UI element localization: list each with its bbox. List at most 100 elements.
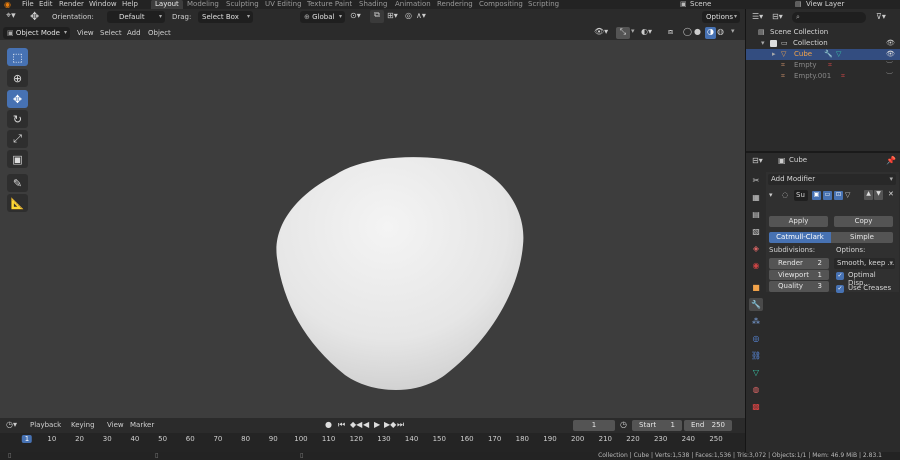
tab-compositing[interactable]: Compositing [479,0,523,9]
frame-tick[interactable]: 230 [654,435,667,443]
render-levels-field[interactable]: Render 2 [769,258,829,269]
scale-tool-icon[interactable]: ⤢ [7,130,28,148]
material-tab-icon[interactable]: ◍ [749,383,763,396]
falloff-icon[interactable]: ∧▾ [416,11,426,20]
frame-tick[interactable]: 70 [213,435,222,443]
frame-tick[interactable]: 180 [516,435,529,443]
frame-tick[interactable]: 40 [130,435,139,443]
drag-dropdown[interactable]: Select Box ▾ [198,11,253,23]
blender-logo-icon[interactable]: ◉ [4,0,11,9]
gizmo-dropdown-icon[interactable]: ▾ [631,27,635,35]
snap-icon[interactable]: ⧉ [370,10,384,23]
tab-shading[interactable]: Shading [359,0,387,9]
viewport-levels-field[interactable]: Viewport 1 [769,269,829,280]
collapse-arrow-icon[interactable]: ▾ [769,191,773,199]
panel-divider[interactable] [746,151,900,153]
menu-edit[interactable]: Edit [39,0,53,9]
cursor-tool-icon[interactable]: ⊕ [7,69,28,87]
move-up-icon[interactable]: ▲ [864,190,873,200]
xray-icon[interactable]: ⧈ [668,27,673,37]
transform-tool-icon[interactable]: ▣ [7,150,28,168]
eye-closed-icon[interactable]: ︶ [886,60,893,71]
3d-viewport[interactable]: ⬚ ⊕ ✥ ↻ ⤢ ▣ ✎ 📐 [0,40,745,418]
modifier-tab-icon[interactable]: 🔧 [749,298,763,311]
frame-tick[interactable]: 190 [543,435,556,443]
rotate-tool-icon[interactable]: ↻ [7,110,28,128]
frame-tick[interactable]: 90 [269,435,278,443]
gizmo-icon[interactable]: ⤡ [616,27,630,39]
tab-sculpting[interactable]: Sculpting [226,0,259,9]
proportional-edit-icon[interactable]: ◎ [405,11,412,20]
frame-tick[interactable]: 250 [709,435,722,443]
outliner-row-empty[interactable]: ⌗ Empty ⌗ ︶ [746,60,900,71]
scene-icon[interactable]: ▣ [680,0,687,9]
frame-tick[interactable]: 150 [433,435,446,443]
shading-options-icon[interactable]: ▾ [731,27,735,35]
frame-tick[interactable]: 10 [47,435,56,443]
add-modifier-dropdown[interactable]: Add Modifier ▾ [768,174,896,185]
outliner-row-empty-001[interactable]: ⌗ Empty.001 ⌗ ︶ [746,71,900,82]
frame-tick[interactable]: 100 [294,435,307,443]
properties-editor-icon[interactable]: ⊟▾ [752,156,763,165]
object-tab-icon[interactable]: ■ [749,281,763,294]
filter-icon[interactable]: ⊽▾ [876,12,886,21]
viewport-menu-object[interactable]: Object [148,27,171,39]
particles-tab-icon[interactable]: ⁂ [749,315,763,328]
frame-tick[interactable]: 140 [405,435,418,443]
use-creases-checkbox[interactable]: ✓ [836,285,844,293]
viewport-menu-view[interactable]: View [77,27,94,39]
menu-render[interactable]: Render [59,0,84,9]
move-tool-icon[interactable]: ✥ [7,90,28,108]
menu-window[interactable]: Window [89,0,117,9]
outliner-row-collection[interactable]: ▾ ▭ Collection 👁 [746,38,900,49]
view-layer-tab-icon[interactable]: ▧ [749,225,763,238]
pin-icon[interactable]: 📌 [886,156,896,165]
render-tab-icon[interactable]: ▦ [749,191,763,204]
tab-uv-editing[interactable]: UV Editing [265,0,302,9]
frame-tick[interactable]: 130 [377,435,390,443]
menu-file[interactable]: File [22,0,34,9]
eye-icon[interactable]: 👁 [886,49,895,60]
realtime-toggle-icon[interactable]: ▭ [823,191,832,200]
frame-tick[interactable]: 20 [75,435,84,443]
frame-tick[interactable]: 210 [599,435,612,443]
physics-tab-icon[interactable]: ◎ [749,332,763,345]
editor-type-icon[interactable]: ⌖▾ [6,11,16,21]
checkbox-icon[interactable] [770,40,777,47]
measure-tool-icon[interactable]: 📐 [7,194,28,212]
mode-dropdown[interactable]: ▣ Object Mode ▾ [3,27,70,39]
frame-tick[interactable]: 80 [241,435,250,443]
overlays-icon[interactable]: ◐▾ [641,27,652,36]
optimal-display-checkbox[interactable]: ✓ [836,272,844,280]
apply-button[interactable]: Apply [769,216,828,227]
rendered-shading-icon[interactable]: ◍ [717,27,724,36]
tab-animation[interactable]: Animation [395,0,431,9]
outliner-row-cube[interactable]: ▸ ▽ Cube 🔧 ▽ 👁 [746,49,900,60]
frame-tick[interactable]: 50 [158,435,167,443]
solid-shading-icon[interactable]: ● [694,27,701,36]
wireframe-shading-icon[interactable]: ◯ [683,27,692,36]
annotate-tool-icon[interactable]: ✎ [7,174,28,192]
tab-texture-paint[interactable]: Texture Paint [307,0,352,9]
tab-scripting[interactable]: Scripting [528,0,559,9]
scene-name[interactable]: Scene [690,0,711,9]
viewport-menu-add[interactable]: Add [127,27,141,39]
frame-tick[interactable]: 200 [571,435,584,443]
viewport-menu-select[interactable]: Select [100,27,122,39]
constraints-tab-icon[interactable]: ⛓ [749,349,763,362]
output-tab-icon[interactable]: ▤ [749,208,763,221]
frame-tick[interactable]: 170 [488,435,501,443]
transform-tool-icon[interactable]: ✥ [30,10,39,23]
frame-tick[interactable]: 110 [322,435,335,443]
pivot-point-icon[interactable]: ⊙▾ [350,11,361,20]
texture-tab-icon[interactable]: ▩ [749,400,763,413]
frame-tick[interactable]: 120 [350,435,363,443]
outliner-editor-icon[interactable]: ☰▾ [752,12,763,21]
eye-icon[interactable]: 👁 [886,38,895,49]
tab-modeling[interactable]: Modeling [187,0,219,9]
frame-tick[interactable]: 240 [682,435,695,443]
frame-tick[interactable]: 30 [103,435,112,443]
current-frame-tick[interactable]: 1 [21,435,33,443]
data-tab-icon[interactable]: ▽ [749,366,763,379]
snap-target-icon[interactable]: ⊞▾ [387,11,398,20]
